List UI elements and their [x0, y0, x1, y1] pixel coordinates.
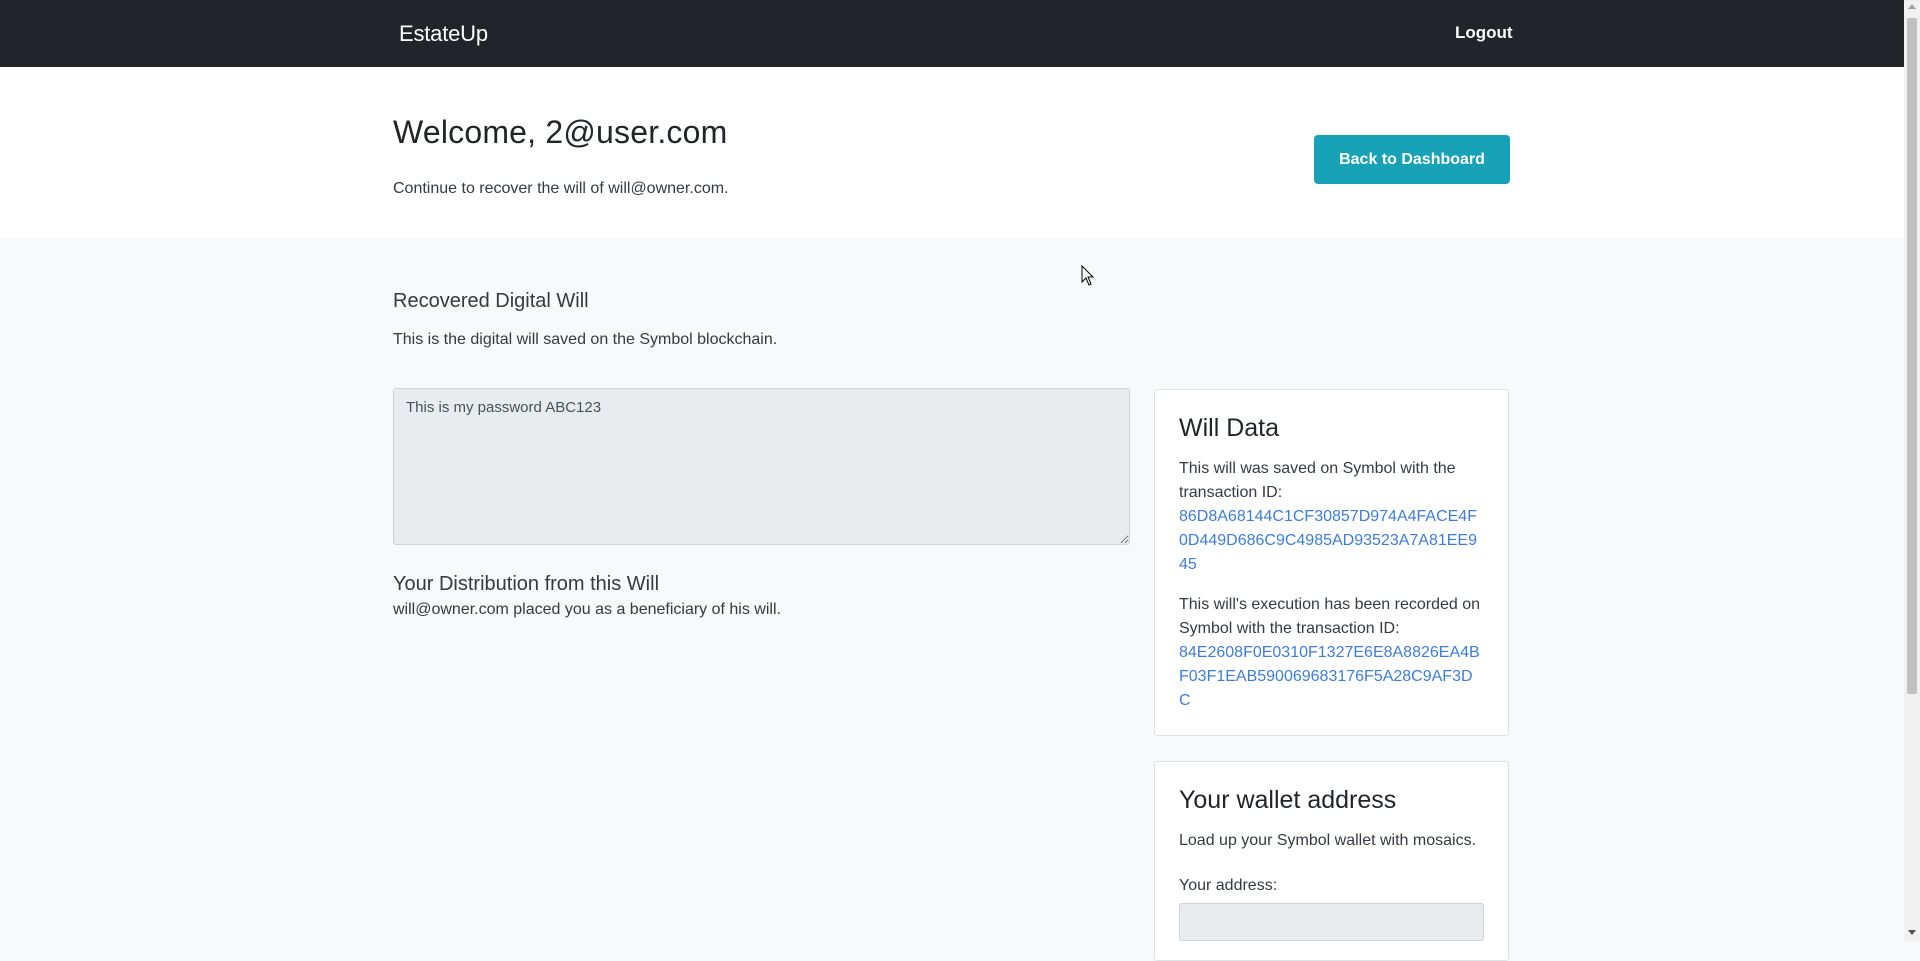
wallet-address-field[interactable] — [1179, 903, 1484, 941]
wallet-address-card: Your wallet address Load up your Symbol … — [1154, 761, 1509, 961]
page-title: Welcome, 2@user.com — [393, 114, 728, 150]
welcome-header: Welcome, 2@user.com Continue to recover … — [0, 67, 1904, 238]
page-scrollbar[interactable] — [1904, 0, 1920, 941]
saved-tx-link[interactable]: 86D8A68144C1CF30857D974A4FACE4F0D449D686… — [1179, 505, 1484, 577]
execution-tx-text: This will's execution has been recorded … — [1179, 596, 1480, 637]
logout-link[interactable]: Logout — [1455, 23, 1513, 43]
recovered-will-title: Recovered Digital Will — [393, 290, 589, 312]
mouse-cursor-icon — [1081, 265, 1095, 286]
distribution-title: Your Distribution from this Will — [393, 573, 660, 595]
execution-tx-link[interactable]: 84E2608F0E0310F1327E6E8A8826EA4BF03F1EAB… — [1179, 641, 1484, 713]
scroll-down-icon[interactable] — [1908, 930, 1916, 935]
recovered-will-description: This is the digital will saved on the Sy… — [393, 331, 778, 348]
top-navbar: EstateUp Logout — [0, 0, 1904, 67]
page-subtitle: Continue to recover the will of will@own… — [393, 180, 729, 197]
scrollbar-thumb[interactable] — [1907, 18, 1917, 694]
back-to-dashboard-button[interactable]: Back to Dashboard — [1314, 135, 1510, 184]
wallet-description: Load up your Symbol wallet with mosaics. — [1179, 832, 1477, 849]
distribution-description: will@owner.com placed you as a beneficia… — [393, 601, 781, 618]
wallet-title: Your wallet address — [1179, 786, 1397, 814]
scroll-up-icon[interactable] — [1908, 4, 1916, 9]
address-label: Your address: — [1179, 877, 1278, 894]
brand-logo[interactable]: EstateUp — [399, 21, 488, 47]
will-data-card: Will Data This will was saved on Symbol … — [1154, 389, 1509, 736]
saved-tx-text: This will was saved on Symbol with the t… — [1179, 460, 1456, 501]
will-data-title: Will Data — [1179, 414, 1280, 442]
will-content-textarea[interactable]: This is my password ABC123 — [393, 388, 1130, 545]
